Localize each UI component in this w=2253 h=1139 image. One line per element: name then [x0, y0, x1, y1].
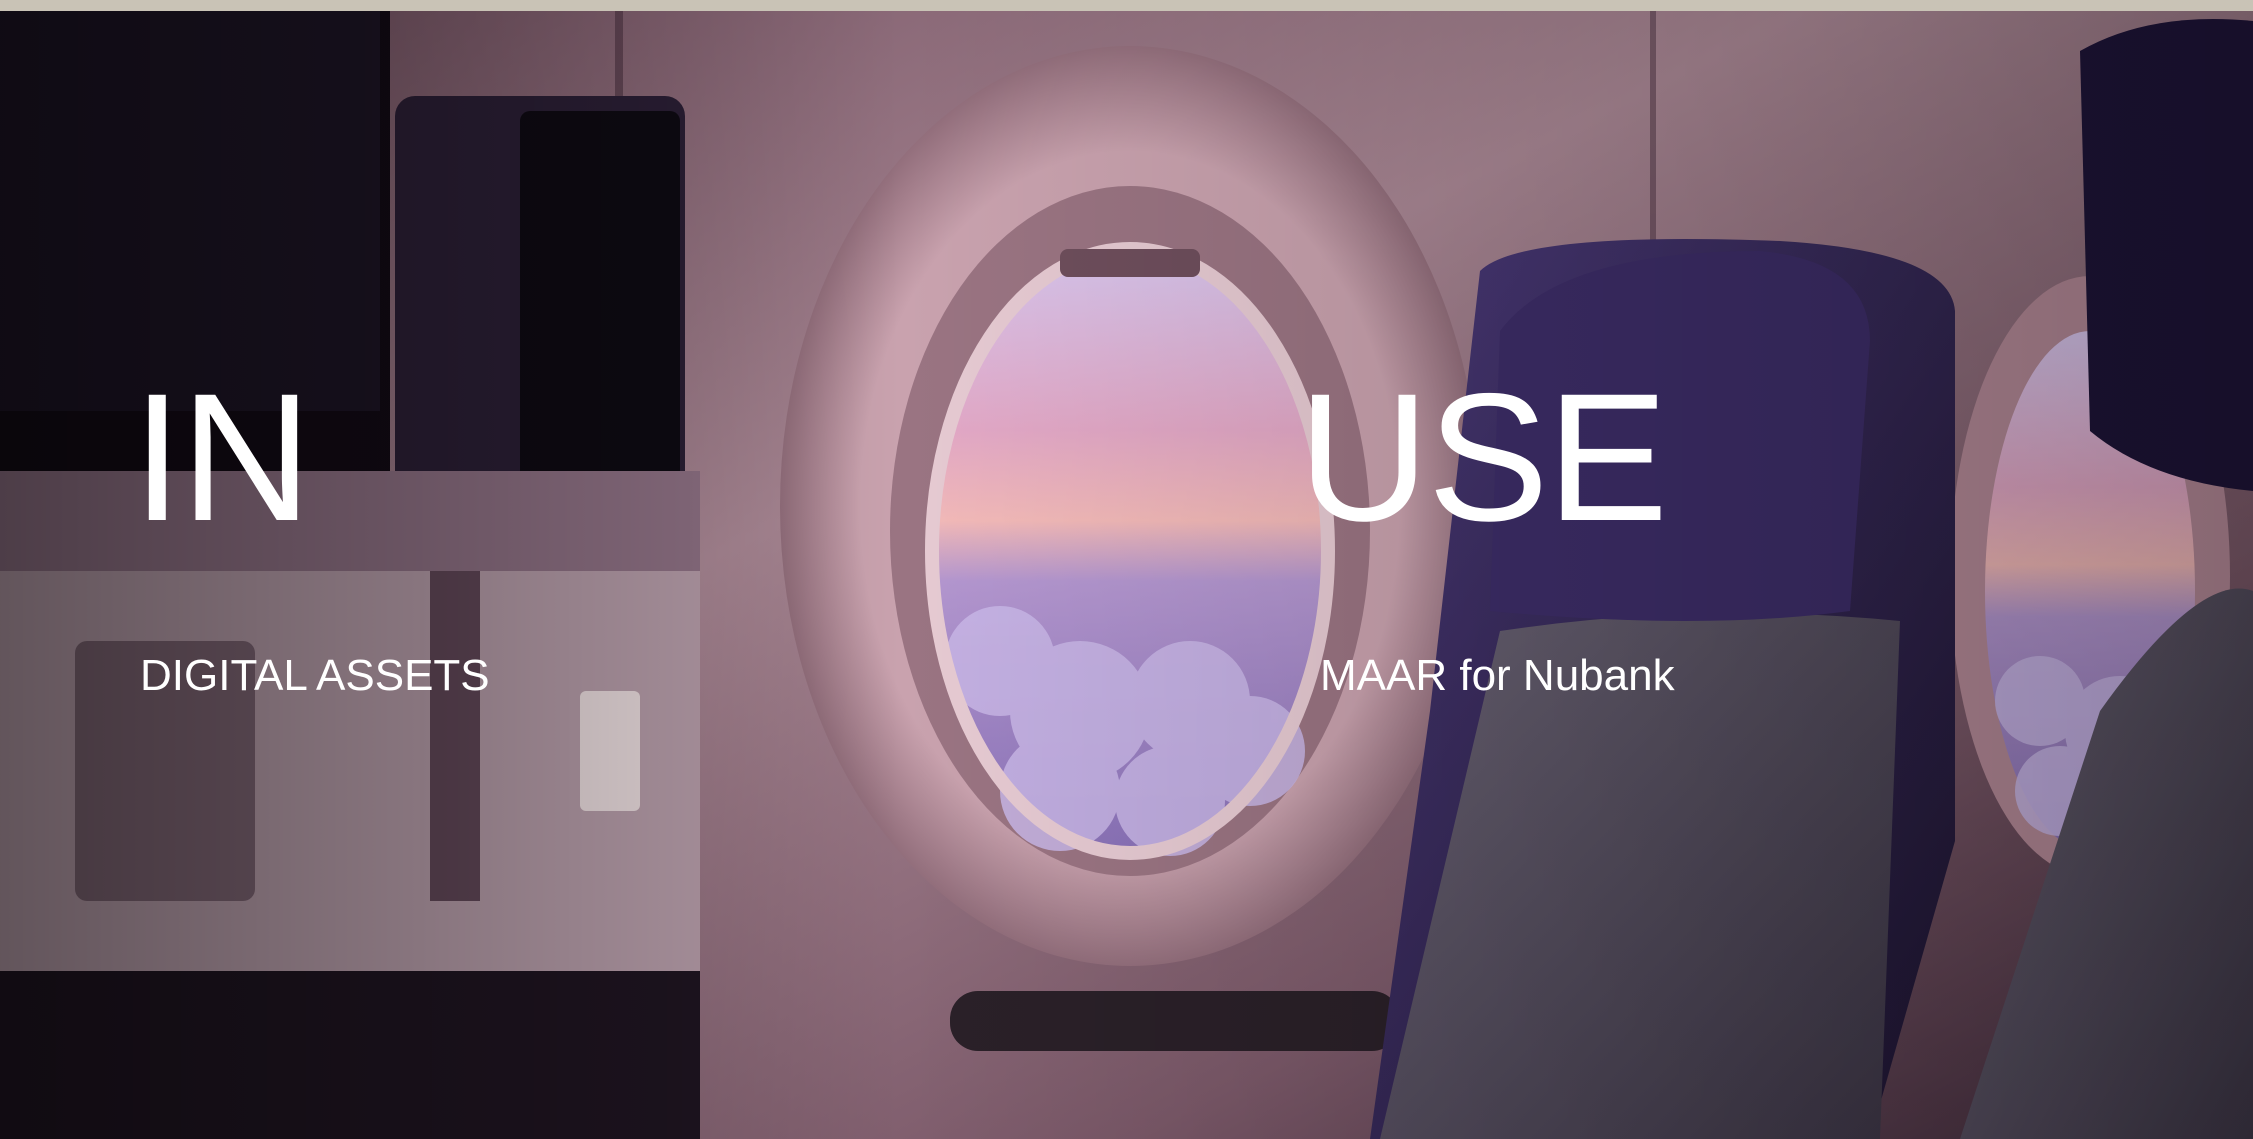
airplane-cabin-window-image [0, 11, 2253, 1139]
headline-left: IN [132, 355, 312, 559]
top-bar [0, 0, 2253, 11]
headline-right: USE [1298, 355, 1668, 559]
subtitle-client: MAAR for Nubank [1320, 651, 1675, 700]
hero-section: IN USE DIGITAL ASSETS MAAR for Nubank [0, 11, 2253, 1139]
subtitle-digital-assets: DIGITAL ASSETS [140, 651, 490, 700]
